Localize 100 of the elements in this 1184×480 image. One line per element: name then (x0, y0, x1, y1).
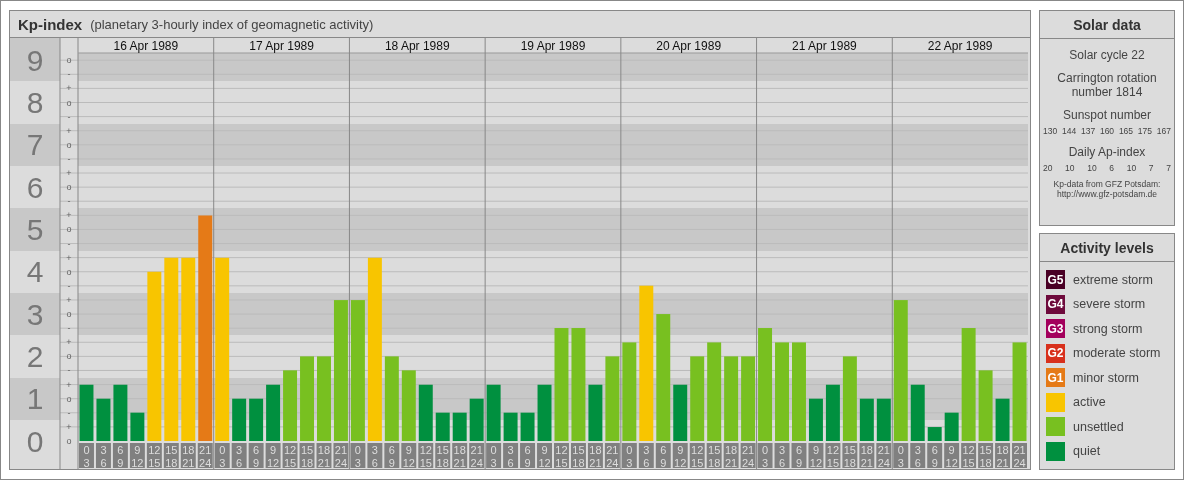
kp-bar (266, 384, 281, 441)
time-range-cell: 18 21 (316, 443, 332, 469)
level-swatch: G3 (1046, 319, 1065, 339)
y-axis-label: 9 (26, 43, 44, 77)
time-range-cell: 0 3 (757, 443, 773, 469)
time-range-cell: 12 15 (825, 443, 841, 469)
time-range-cell: 9 12 (265, 443, 281, 469)
kp-bar (113, 384, 128, 441)
y-axis-label: 7 (26, 128, 44, 162)
x-tick-label: 0 3 (354, 444, 361, 469)
time-range-cell: 18 21 (452, 443, 468, 469)
level-swatch: G4 (1046, 294, 1065, 314)
y-minor-label: o (66, 436, 72, 446)
x-tick-label: 0 3 (897, 444, 904, 469)
time-range-cell: 18 21 (859, 443, 875, 469)
sunspot-value: 160 (1099, 126, 1115, 136)
x-tick-label: 0 3 (219, 444, 226, 469)
time-range-cell: 15 18 (435, 443, 451, 469)
y-minor-label: o (66, 97, 72, 108)
time-range-cell: 15 18 (570, 443, 586, 469)
kp-bar (978, 370, 993, 441)
y-axis-label: 4 (26, 255, 44, 289)
y-minor-label: - (67, 323, 71, 334)
kp-bar (79, 384, 94, 441)
date-label: 20 Apr 1989 (656, 39, 722, 53)
y-minor-label: - (67, 280, 71, 291)
kp-bar (503, 412, 518, 441)
y-minor-label: + (66, 210, 72, 221)
y-minor-label: - (67, 196, 71, 207)
level-label: extreme storm (1073, 272, 1153, 287)
y-axis-label: 0 (26, 424, 44, 458)
x-tick-label: 3 6 (371, 444, 378, 469)
time-range-cell: 9 12 (944, 443, 960, 469)
kp-bar (232, 398, 247, 441)
y-minor-label: - (67, 111, 71, 122)
ap-index-label: Daily Ap-index (1068, 145, 1146, 159)
sunspot-value: 165 (1118, 126, 1134, 136)
x-tick-label: 6 9 (388, 444, 395, 469)
time-range-cell: 12 15 (689, 443, 705, 469)
kp-bar (588, 384, 603, 441)
x-tick-label: 0 3 (626, 444, 633, 469)
x-tick-label: 3 6 (778, 444, 786, 469)
time-range-cell: 21 24 (469, 443, 485, 469)
y-minor-label: + (66, 252, 72, 263)
ap-index-value: 6 (1109, 163, 1115, 173)
date-label: 16 Apr 1989 (113, 39, 179, 53)
panel-title: Activity levels (1040, 234, 1174, 262)
source-note: Kp-data from GFZ Potsdam: (1053, 179, 1161, 189)
ap-index-value: 20 (1043, 163, 1053, 173)
kp-bar (673, 384, 688, 441)
time-range-cell: 21 24 (333, 443, 349, 469)
kp-bar (96, 398, 111, 441)
y-minor-label: o (66, 139, 72, 150)
kp-bar (401, 370, 416, 441)
panel-title: Solar data (1040, 11, 1174, 39)
time-range-cell: 21 24 (740, 443, 756, 469)
sunspot-value: 175 (1137, 126, 1153, 136)
time-range-cell: 12 15 (146, 443, 162, 469)
kp-bar (859, 398, 874, 441)
time-range-cell: 12 15 (554, 443, 569, 469)
time-range-cell: 3 6 (774, 443, 790, 469)
time-range-cell: 9 12 (129, 443, 145, 469)
sunspot-label: Sunspot number (1062, 108, 1152, 122)
level-label: quiet (1073, 444, 1101, 459)
time-range-cell: 15 18 (299, 443, 315, 469)
y-axis-label: 5 (26, 212, 44, 246)
sunspot-value: 137 (1080, 126, 1096, 136)
time-range-cell: 3 6 (367, 443, 383, 469)
time-range-cell: 18 21 (180, 443, 196, 469)
y-minor-label: - (67, 365, 71, 376)
time-range-cell: 0 3 (350, 443, 366, 469)
y-axis-label: 8 (26, 86, 44, 119)
kp-bar (418, 384, 433, 441)
time-range-cell: 15 18 (163, 443, 179, 469)
time-range-cell: 21 24 (876, 443, 892, 469)
y-minor-label: + (66, 83, 72, 94)
level-swatch: G5 (1046, 270, 1065, 290)
x-tick-label: 3 6 (914, 444, 921, 469)
kp-bar (283, 370, 298, 441)
time-range-cell: 9 12 (808, 443, 824, 469)
x-tick-label: 0 3 (490, 444, 497, 469)
kp-bar (825, 384, 840, 441)
time-range-cell: 21 24 (197, 443, 213, 469)
x-tick-label: 6 9 (931, 444, 938, 469)
y-minor-label: + (66, 125, 72, 136)
time-range-cell: 3 6 (231, 443, 247, 469)
date-label: 17 Apr 1989 (249, 39, 314, 53)
ap-index-value: 10 (1087, 163, 1097, 173)
time-range-cell: 9 12 (672, 443, 688, 469)
ap-index-value: 10 (1065, 163, 1075, 173)
ap-index-value: 7 (1166, 163, 1171, 173)
y-minor-label: o (66, 266, 72, 277)
y-minor-label: + (66, 168, 72, 178)
carrington-text: Carrington rotation number 1814 (1056, 71, 1158, 99)
time-range-cell: 15 18 (842, 443, 858, 469)
ap-index-value: 7 (1148, 163, 1154, 173)
kp-bar (486, 384, 501, 441)
x-tick-label: 0 3 (761, 444, 769, 469)
time-range-cell: 9 12 (401, 443, 417, 469)
kp-bar (520, 412, 535, 441)
